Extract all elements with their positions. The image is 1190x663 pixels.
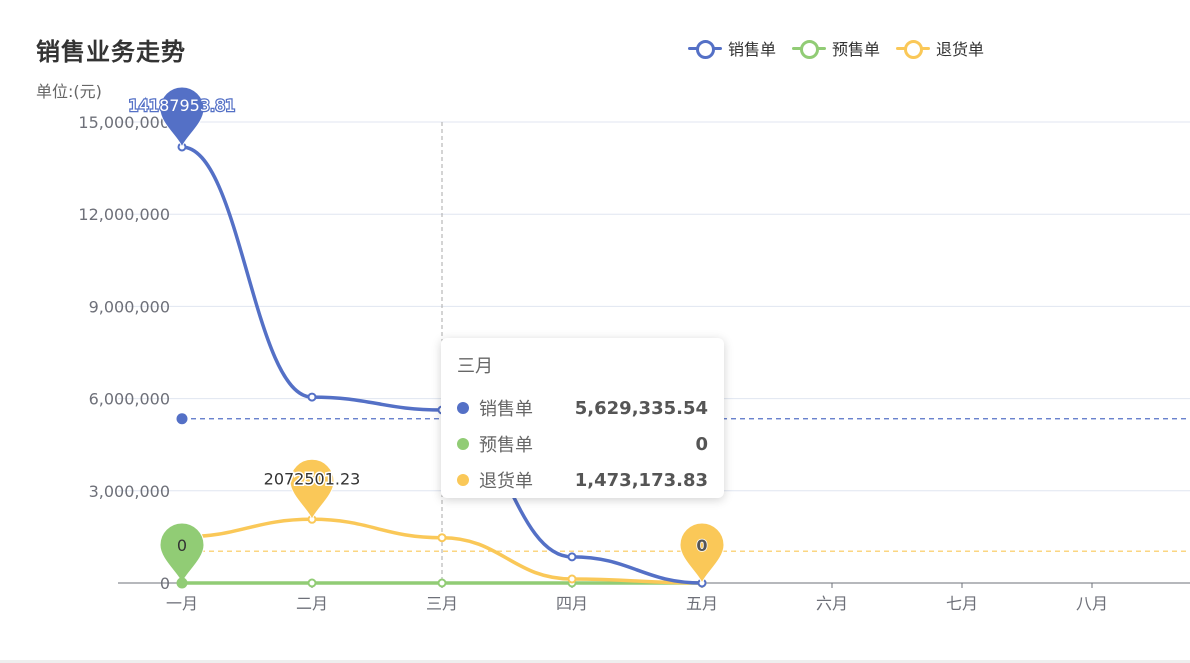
tooltip-title: 三月 [457,356,493,377]
chart-plot: 0 3,000,000 6,000,000 9,000,000 12,000,000 15… [78,86,1190,613]
tooltip-value-return: 1,473,173.83 [574,469,708,491]
min-marker-label: 0 [696,536,707,555]
tooltip-name-presale: 预售单 [479,435,533,456]
data-point [307,578,317,588]
tooltip-value-presale: 0 [695,433,708,455]
x-tick-label: 八月 [1076,594,1108,613]
tooltip-dot-presale [457,438,469,450]
tooltip: 三月 销售单 5,629,335.54 预售单 0 退货单 1,473,173.… [441,338,724,498]
tooltip-row-return: 退货单 1,473,173.83 [457,462,708,498]
data-point [437,578,447,588]
min-marker-label: 0 [177,536,187,555]
tooltip-dot-sales [457,402,469,414]
y-tick-label: 6,000,000 [89,390,170,409]
x-tick-label: 一月 [166,594,198,613]
max-marker-pin [289,458,335,521]
tooltip-name-sales: 销售单 [479,399,533,420]
data-point [567,574,577,584]
max-marker-label: 14187953.81 [129,96,236,115]
data-point [437,533,447,543]
y-tick-label: 3,000,000 [89,482,170,501]
y-tick-label: 12,000,000 [78,205,170,224]
data-point [567,552,577,562]
tooltip-row-presale: 预售单 0 [457,426,708,462]
x-tick-label: 五月 [686,594,718,613]
x-tick-label: 三月 [426,594,458,613]
tooltip-dot-return [457,474,469,486]
data-point [307,392,317,402]
max-marker-label: 2072501.23 [264,469,361,488]
x-tick-label: 六月 [816,594,848,613]
tooltip-row-sales: 销售单 5,629,335.54 [457,390,708,426]
chart-panel: 销售业务走势 单位:(元) 销售单 预售单 退货单 0 3,000,000 6,00… [0,0,1190,663]
tooltip-value-sales: 5,629,335.54 [574,397,708,419]
min-marker-dot [176,577,188,589]
x-tick-label: 七月 [946,594,978,613]
y-tick-label: 15,000,000 [78,113,170,132]
tooltip-name-return: 退货单 [479,471,533,492]
y-tick-label: 9,000,000 [89,297,170,316]
x-tick-label: 二月 [296,594,328,613]
average-line-start-dot [176,413,188,425]
x-tick-label: 四月 [556,594,588,613]
